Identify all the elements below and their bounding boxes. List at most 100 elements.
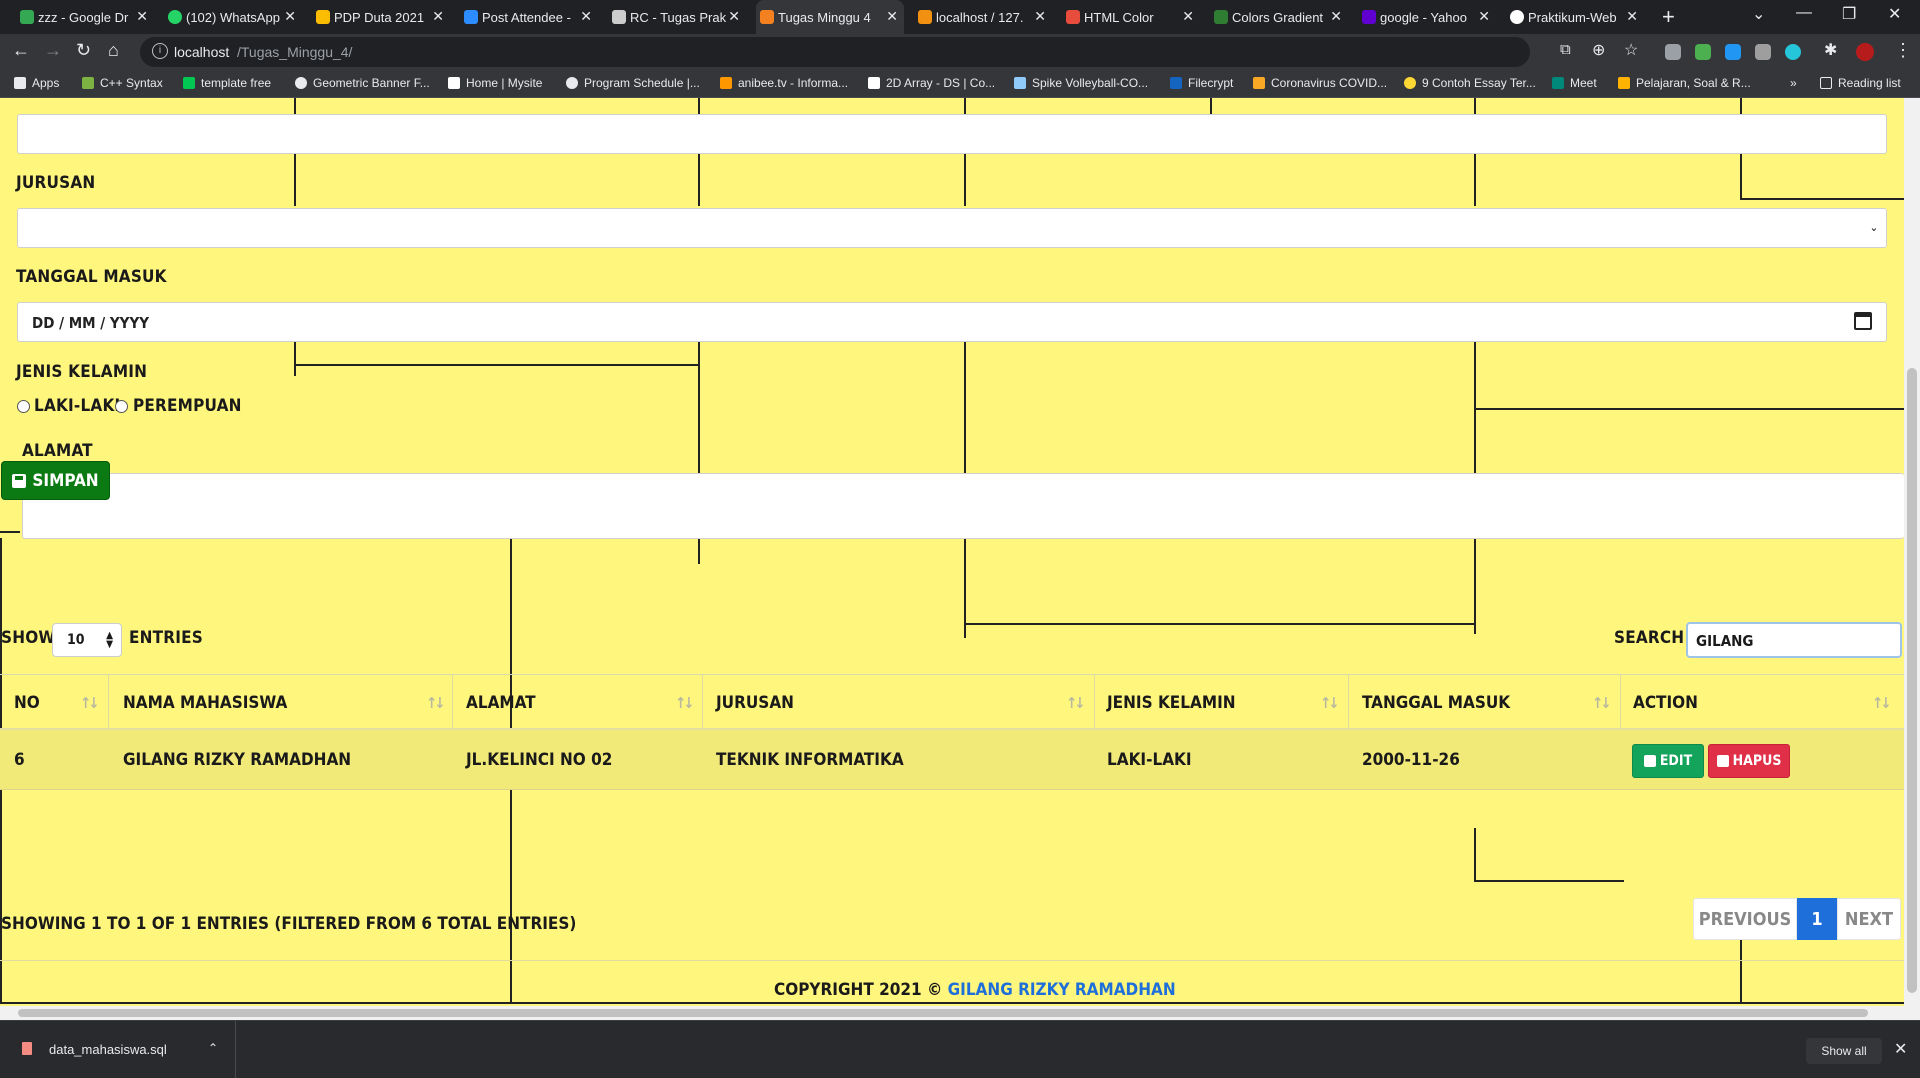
browser-tab[interactable]: RC - Tugas Prak ✕ bbox=[608, 0, 746, 34]
bookmarks-overflow-button[interactable]: » bbox=[1790, 76, 1797, 90]
sort-icon[interactable]: ↑↓ bbox=[1872, 694, 1892, 712]
edit-button[interactable]: EDIT bbox=[1632, 744, 1704, 778]
bookmark-item[interactable]: Meet bbox=[1552, 76, 1597, 90]
bookmark-item[interactable]: Home | Mysite bbox=[448, 76, 542, 90]
extension-icon[interactable] bbox=[1665, 44, 1681, 60]
browser-tab[interactable]: PDP Duta 2021 ✕ bbox=[312, 0, 450, 34]
reload-icon[interactable]: ↻ bbox=[76, 40, 91, 61]
bookmark-item[interactable]: Geometric Banner F... bbox=[295, 76, 430, 90]
bookmark-item[interactable]: Coronavirus COVID... bbox=[1253, 76, 1387, 90]
column-header-jenis-kelamin[interactable]: JENIS KELAMIN bbox=[1107, 693, 1236, 713]
home-icon[interactable]: ⌂ bbox=[108, 40, 119, 61]
tab-label: RC - Tugas Prak bbox=[630, 9, 727, 25]
browser-tab[interactable]: localhost / 127. ✕ bbox=[914, 0, 1052, 34]
hapus-label: HAPUS bbox=[1732, 753, 1782, 769]
extension-icon[interactable] bbox=[1725, 44, 1741, 60]
browser-tab[interactable]: Colors Gradient ✕ bbox=[1210, 0, 1348, 34]
vertical-scrollbar[interactable] bbox=[1904, 98, 1920, 1006]
site-info-icon[interactable]: i bbox=[152, 43, 168, 59]
column-header-alamat[interactable]: ALAMAT bbox=[466, 693, 536, 713]
close-icon[interactable]: ✕ bbox=[1330, 8, 1342, 25]
browser-tab[interactable]: HTML Color ✕ bbox=[1062, 0, 1200, 34]
close-icon[interactable]: ✕ bbox=[728, 8, 740, 25]
column-header-tanggal-masuk[interactable]: TANGGAL MASUK bbox=[1362, 693, 1510, 713]
download-item[interactable]: data_mahasiswa.sql ⌃ bbox=[0, 1021, 236, 1078]
browser-tab[interactable]: (102) WhatsApp ✕ bbox=[164, 0, 302, 34]
bookmark-item[interactable]: 9 Contoh Essay Ter... bbox=[1404, 76, 1536, 90]
extension-icon[interactable] bbox=[1785, 44, 1801, 60]
close-icon[interactable]: ✕ bbox=[886, 8, 898, 25]
sort-icon[interactable]: ↑↓ bbox=[1320, 694, 1340, 712]
chevron-up-icon[interactable]: ⌃ bbox=[208, 1041, 218, 1055]
restore-icon[interactable]: ❐ bbox=[1842, 4, 1856, 24]
bookmark-item[interactable]: Pelajaran, Soal & R... bbox=[1618, 76, 1751, 90]
new-tab-icon[interactable]: + bbox=[1662, 4, 1675, 30]
show-all-button[interactable]: Show all bbox=[1806, 1038, 1882, 1064]
browser-tab[interactable]: Post Attendee - ✕ bbox=[460, 0, 598, 34]
extension-icon[interactable] bbox=[1755, 44, 1771, 60]
bookmark-item[interactable]: Spike Volleyball-CO... bbox=[1014, 76, 1148, 90]
bookmark-item[interactable]: C++ Syntax bbox=[82, 76, 163, 90]
close-icon[interactable]: ✕ bbox=[1182, 8, 1194, 25]
pagination-previous[interactable]: PREVIOUS bbox=[1693, 898, 1797, 940]
datatable: SHOW 10 ▲ ▼ ENTRIES SEARCH: GILANG NO ↑↓ … bbox=[0, 98, 1904, 1000]
close-icon[interactable]: ✕ bbox=[580, 8, 592, 25]
tab-label: google - Yahoo bbox=[1380, 9, 1467, 25]
tab-label: Praktikum-Web bbox=[1528, 9, 1617, 25]
column-header-nama[interactable]: NAMA MAHASISWA bbox=[123, 693, 287, 713]
forward-icon[interactable]: → bbox=[44, 40, 62, 61]
hapus-button[interactable]: HAPUS bbox=[1708, 744, 1790, 778]
minimize-icon[interactable]: — bbox=[1796, 4, 1812, 22]
page-length-select[interactable]: 10 ▲ ▼ bbox=[52, 623, 122, 657]
sort-icon[interactable]: ↑↓ bbox=[80, 694, 100, 712]
translate-icon[interactable]: ⧉ bbox=[1560, 41, 1571, 58]
menu-icon[interactable]: ⋮ bbox=[1894, 40, 1912, 61]
puzzle-icon[interactable]: ✱ bbox=[1824, 40, 1837, 60]
pagination-next[interactable]: NEXT bbox=[1837, 898, 1901, 940]
column-header-jurusan[interactable]: JURUSAN bbox=[716, 693, 794, 713]
browser-tab[interactable]: Praktikum-Web ✕ bbox=[1506, 0, 1644, 34]
bookmarks-bar: Apps C++ Syntax template free Geometric … bbox=[0, 70, 1920, 98]
bookmark-item[interactable]: template free bbox=[183, 76, 271, 90]
bookmark-apps[interactable]: Apps bbox=[14, 76, 59, 90]
close-icon[interactable]: ✕ bbox=[1034, 8, 1046, 25]
sort-icon[interactable]: ↑↓ bbox=[675, 694, 695, 712]
address-bar[interactable]: i localhost /Tugas_Minggu_4/ ⧉ bbox=[140, 37, 1571, 67]
bookmark-star-icon[interactable]: ☆ bbox=[1624, 40, 1638, 60]
back-icon[interactable]: ← bbox=[12, 40, 30, 61]
bookmark-item[interactable]: 2D Array - DS | Co... bbox=[868, 76, 995, 90]
column-header-no[interactable]: NO bbox=[14, 693, 40, 713]
bookmark-item[interactable]: Filecrypt bbox=[1170, 76, 1233, 90]
zoom-icon[interactable]: ⊕ bbox=[1592, 40, 1605, 60]
horizontal-scrollbar[interactable] bbox=[0, 1006, 1920, 1020]
apps-grid-icon bbox=[14, 77, 26, 89]
close-icon[interactable]: ✕ bbox=[136, 8, 148, 25]
browser-tab[interactable]: zzz - Google Dr ✕ bbox=[16, 0, 154, 34]
edit-label: EDIT bbox=[1659, 753, 1693, 769]
search-input[interactable]: GILANG bbox=[1686, 622, 1902, 658]
scrollbar-thumb[interactable] bbox=[1907, 368, 1917, 993]
browser-tab[interactable]: google - Yahoo ✕ bbox=[1358, 0, 1496, 34]
close-icon[interactable]: ✕ bbox=[1626, 8, 1638, 25]
window-close-icon[interactable]: ✕ bbox=[1888, 4, 1901, 24]
tab-search-icon[interactable]: ⌄ bbox=[1752, 4, 1765, 24]
sort-icon[interactable]: ↑↓ bbox=[1592, 694, 1612, 712]
sort-icon[interactable]: ↑↓ bbox=[1066, 694, 1086, 712]
sort-icon[interactable]: ↑↓ bbox=[426, 694, 446, 712]
pagination-page-1[interactable]: 1 bbox=[1797, 898, 1837, 940]
column-header-action[interactable]: ACTION bbox=[1633, 693, 1698, 713]
avatar[interactable] bbox=[1856, 43, 1874, 61]
close-icon[interactable]: ✕ bbox=[432, 8, 444, 25]
close-icon[interactable]: ✕ bbox=[1894, 1039, 1907, 1059]
bookmark-label: Home | Mysite bbox=[466, 76, 543, 90]
close-icon[interactable]: ✕ bbox=[284, 8, 296, 25]
close-icon[interactable]: ✕ bbox=[1478, 8, 1490, 25]
bookmark-item[interactable]: anibee.tv - Informa... bbox=[720, 76, 848, 90]
browser-tab-active[interactable]: Tugas Minggu 4 ✕ bbox=[756, 0, 904, 34]
author-link[interactable]: GILANG RIZKY RAMADHAN bbox=[948, 980, 1176, 1000]
scrollbar-thumb[interactable] bbox=[18, 1009, 1868, 1017]
reading-list-button[interactable]: Reading list bbox=[1820, 76, 1901, 90]
whatsapp-icon bbox=[168, 10, 182, 24]
bookmark-item[interactable]: Program Schedule |... bbox=[566, 76, 700, 90]
extension-icon[interactable] bbox=[1695, 44, 1711, 60]
